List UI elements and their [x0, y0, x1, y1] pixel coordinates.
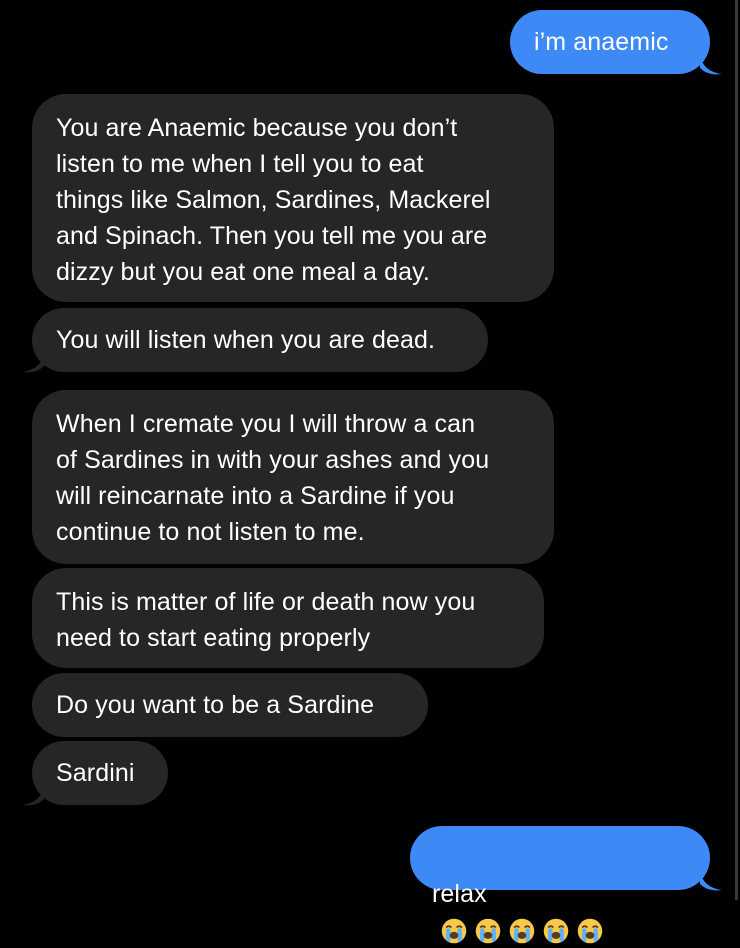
bubble-tail	[22, 354, 44, 373]
scrollbar[interactable]	[735, 0, 738, 900]
outgoing-message[interactable]: i’m anaemic	[510, 10, 710, 74]
incoming-message[interactable]: This is matter of life or death now you …	[32, 568, 544, 668]
incoming-message[interactable]: You are Anaemic because you don’t listen…	[32, 94, 554, 302]
incoming-message[interactable]: Do you want to be a Sardine	[32, 673, 428, 737]
bubble-tail	[700, 872, 722, 891]
message-thread[interactable]: i’m anaemic You are Anaemic because you …	[0, 0, 740, 944]
bubble-tail	[700, 56, 722, 75]
loudly-crying-face-icon	[577, 919, 603, 944]
loudly-crying-face-icon	[509, 919, 535, 944]
incoming-message[interactable]: When I cremate you I will throw a can of…	[32, 390, 554, 564]
outgoing-message[interactable]: relax	[410, 826, 710, 944]
incoming-message[interactable]: You will listen when you are dead.	[32, 308, 488, 372]
loudly-crying-face-icon	[475, 919, 501, 944]
emoji-group	[440, 917, 604, 945]
loudly-crying-face-icon	[543, 919, 569, 944]
message-text: relax	[432, 880, 487, 908]
bubble-tail	[22, 787, 44, 806]
incoming-message[interactable]: Sardini	[32, 741, 168, 805]
loudly-crying-face-icon	[441, 919, 467, 944]
